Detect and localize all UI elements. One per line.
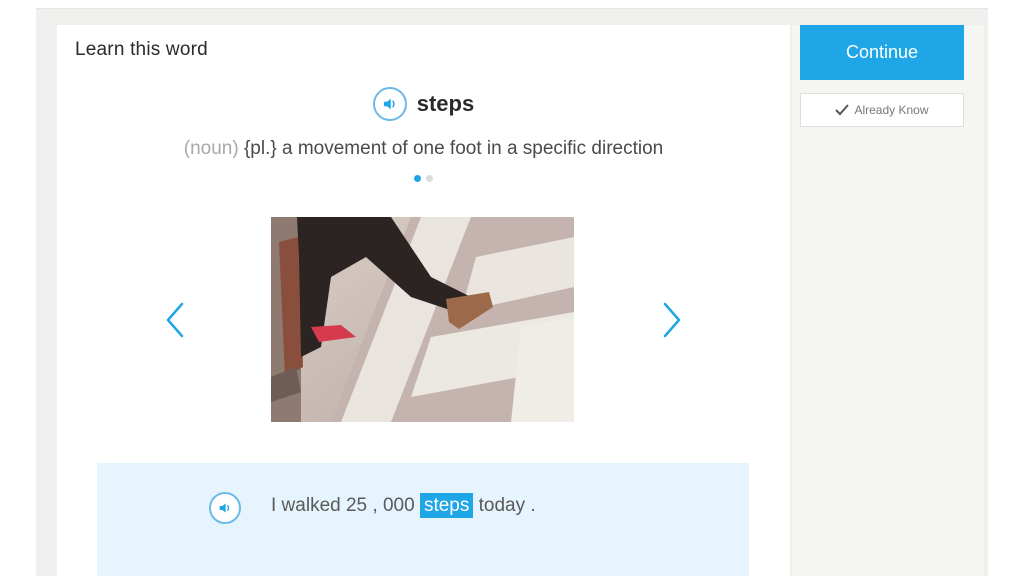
speaker-icon (219, 503, 230, 513)
sentence-before: I walked 25 , 000 (271, 495, 420, 516)
word-definition: (noun) {pl.} a movement of one foot in a… (57, 138, 790, 160)
word-header: steps (57, 87, 790, 121)
next-button[interactable] (657, 300, 687, 340)
example-sentence-panel: I walked 25 , 000 steps today . (97, 463, 749, 576)
example-audio-button[interactable] (209, 492, 241, 524)
card-title: Learn this word (75, 39, 208, 60)
highlighted-word: steps (419, 493, 474, 518)
checkmark-icon (835, 104, 850, 116)
definition-text: {pl.} a movement of one foot in a specif… (238, 138, 664, 159)
word-audio-button[interactable] (372, 87, 407, 121)
already-know-label: Already Know (854, 103, 929, 117)
chevron-right-icon (663, 302, 681, 338)
example-sentence: I walked 25 , 000 steps today . (271, 493, 536, 518)
speaker-icon (383, 98, 395, 110)
chevron-left-icon (166, 302, 184, 338)
slide-dot-1[interactable] (414, 175, 421, 182)
previous-button[interactable] (160, 300, 190, 340)
slide-indicator (57, 175, 790, 182)
learn-card: Learn this word steps (noun) {pl.} a mov… (57, 25, 790, 576)
sentence-after: today . (473, 495, 536, 516)
continue-button[interactable]: Continue (800, 25, 964, 80)
vocab-word: steps (416, 91, 475, 116)
already-know-button[interactable]: Already Know (800, 93, 964, 127)
word-image (271, 217, 574, 422)
part-of-speech: (noun) (183, 138, 239, 159)
slide-dot-2[interactable] (426, 175, 433, 182)
